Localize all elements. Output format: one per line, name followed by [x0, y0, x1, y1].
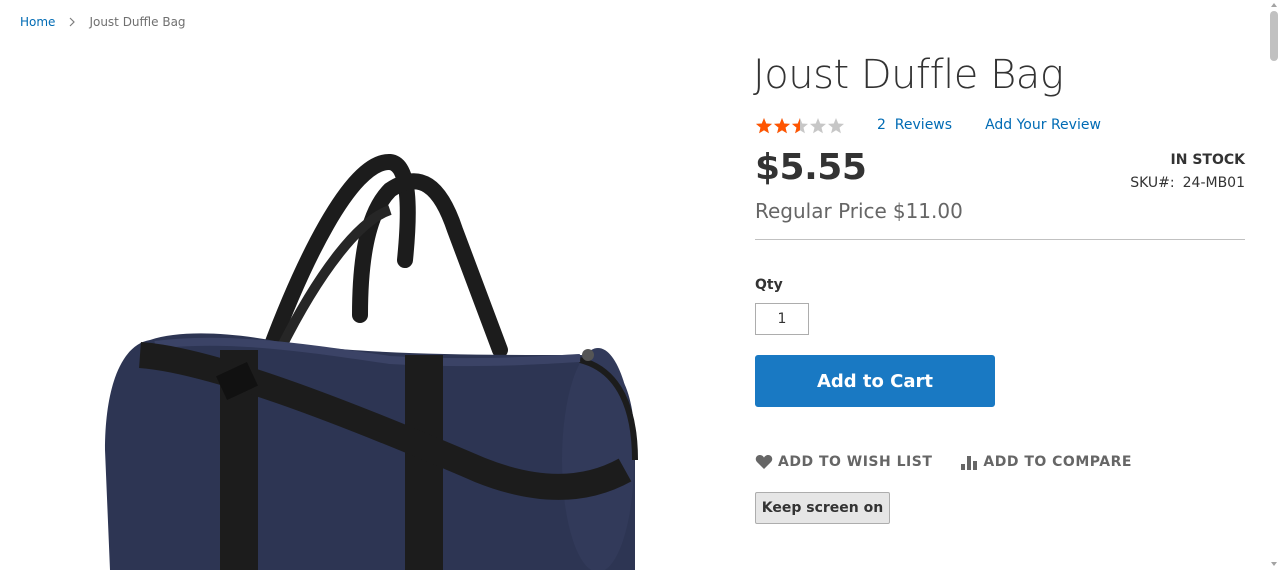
reviews-summary: 2 Reviews Add Your Review: [755, 115, 1101, 135]
star-icon: [828, 117, 844, 133]
product-image[interactable]: [60, 150, 680, 570]
final-price: $5.55: [755, 147, 867, 188]
scroll-up-arrow-icon[interactable]: [1271, 3, 1277, 7]
bar-chart-icon: [960, 454, 978, 470]
breadcrumb-home-link[interactable]: Home: [20, 14, 55, 30]
qty-input[interactable]: [755, 303, 809, 335]
regular-price-value: $11.00: [892, 199, 963, 223]
keep-screen-on-button[interactable]: Keep screen on: [755, 492, 890, 524]
product-social-actions: ADD TO WISH LIST ADD TO COMPARE: [755, 452, 1132, 472]
chevron-right-icon: [69, 17, 76, 27]
page-title: Joust Duffle Bag: [753, 52, 1064, 98]
compare-label: ADD TO COMPARE: [983, 454, 1132, 470]
breadcrumb: Home Joust Duffle Bag: [20, 14, 186, 30]
sku-value: 24-MB01: [1182, 175, 1245, 191]
star-icon: [792, 117, 808, 133]
star-icon: [774, 117, 790, 133]
add-to-compare-link[interactable]: ADD TO COMPARE: [960, 454, 1132, 470]
qty-label: Qty: [755, 277, 783, 293]
product-info: Joust Duffle Bag 2 Reviews Add Your Revi…: [753, 0, 1245, 570]
divider: [755, 239, 1245, 240]
sku: SKU#: 24-MB01: [1130, 174, 1245, 192]
heart-icon: [755, 454, 773, 470]
add-to-wishlist-link[interactable]: ADD TO WISH LIST: [755, 454, 932, 470]
rating-stars: [755, 117, 845, 134]
reviews-link[interactable]: 2 Reviews: [877, 117, 952, 133]
star-icon: [810, 117, 826, 133]
stock-status: IN STOCK: [1170, 152, 1245, 168]
breadcrumb-current: Joust Duffle Bag: [89, 15, 186, 29]
sku-label: SKU#:: [1130, 175, 1175, 191]
regular-price: Regular Price $11.00: [755, 198, 963, 224]
star-icon: [756, 117, 772, 133]
add-to-cart-button[interactable]: Add to Cart: [755, 355, 995, 407]
add-review-link[interactable]: Add Your Review: [985, 117, 1101, 133]
scrollbar[interactable]: [1268, 0, 1280, 570]
product-page: Home Joust Duffle Bag Joust Duffle Bag 2…: [0, 0, 1280, 570]
regular-price-label: Regular Price: [755, 199, 887, 223]
scroll-down-arrow-icon[interactable]: [1271, 562, 1277, 566]
wishlist-label: ADD TO WISH LIST: [778, 454, 933, 470]
scroll-thumb[interactable]: [1270, 11, 1278, 61]
